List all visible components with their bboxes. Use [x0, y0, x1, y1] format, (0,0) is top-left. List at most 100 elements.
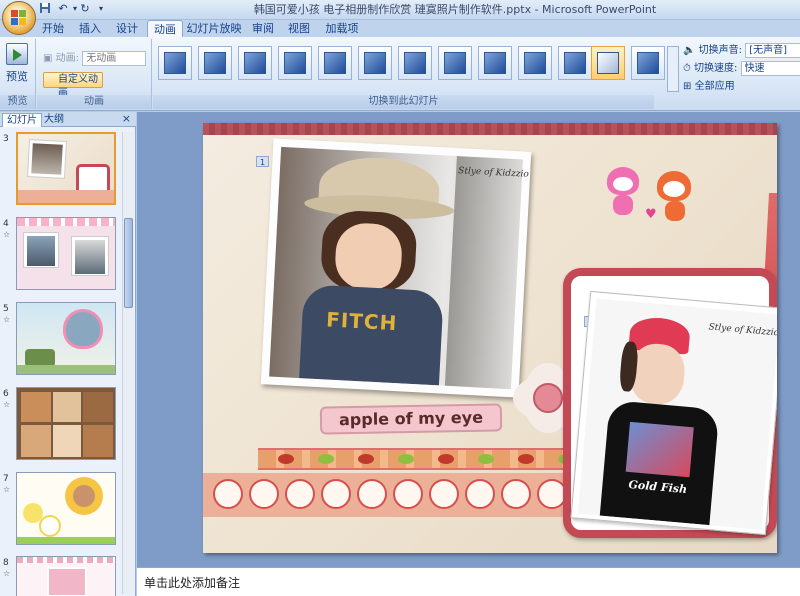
apple-icon [465, 479, 495, 509]
tab-view[interactable]: 视图 [284, 20, 314, 37]
animate-label: 动画: [55, 53, 80, 64]
apple-icon [429, 479, 459, 509]
custom-animation-button[interactable]: 自定义动画 [43, 72, 103, 99]
transition-star-icon: ☆ [3, 315, 11, 324]
office-logo-icon [11, 10, 27, 26]
animate-dropdown[interactable]: 无动画 [82, 51, 147, 66]
apple-icon [321, 479, 351, 509]
apply-all-button[interactable]: ⊞ 全部应用 [683, 79, 735, 95]
speed-label: 切换速度: [694, 63, 738, 74]
transition-thumb-4[interactable] [278, 46, 312, 80]
transition-icon [324, 52, 346, 74]
close-icon[interactable]: × [122, 112, 131, 125]
animate-icon: ▣ [43, 53, 56, 64]
slide-thumb-5[interactable] [16, 302, 116, 375]
preview-button[interactable]: 预览 [2, 41, 32, 91]
animation-group-label: 动画 [37, 95, 151, 109]
transition-icon [364, 52, 386, 74]
preview-group-label: 预览 [0, 95, 35, 109]
slide-number: 7 [3, 474, 9, 484]
transition-star-icon: ☆ [3, 230, 11, 239]
tab-animations[interactable]: 动画 [147, 20, 183, 37]
slide-editor: ♥ 1 FITCH Stlye of Kidzzio apple of my e… [137, 112, 800, 567]
slides-panel-tabs: 幻灯片 大纲 × [0, 112, 136, 127]
transition-thumb-2[interactable] [198, 46, 232, 80]
slide-thumb-3[interactable] [16, 132, 116, 205]
save-icon[interactable] [38, 2, 52, 16]
transition-star-icon: ☆ [3, 400, 11, 409]
transition-group-label: 切换到此幻灯片 [153, 95, 654, 109]
transition-thumb-13[interactable] [631, 46, 665, 80]
apple-icon [285, 479, 315, 509]
apple-icon [357, 479, 387, 509]
transition-icon [484, 52, 506, 74]
transition-thumb-10[interactable] [518, 46, 552, 80]
preview-button-label: 预览 [6, 70, 28, 83]
window-title: 韩国可爱小孩 电子相册制作欣赏 璉寞照片制作软件.pptx - Microsof… [253, 3, 657, 16]
preview-icon [6, 43, 28, 65]
tab-insert[interactable]: 插入 [75, 20, 105, 37]
notes-pane[interactable]: 单击此处添加备注 [137, 567, 800, 596]
transition-gallery-scroll[interactable] [667, 46, 679, 92]
ribbon: 预览 预览 ▣ 动画: 无动画 自定义动画 动画 🔈 切换声音: [无声音] ⏱… [0, 37, 800, 111]
apple-icon [213, 479, 243, 509]
transition-thumb-1[interactable] [158, 46, 192, 80]
photo-frame-1[interactable]: FITCH Stlye of Kidzzio [260, 138, 532, 398]
tab-design[interactable]: 设计 [112, 20, 142, 37]
apple-icon [501, 479, 531, 509]
tab-slides[interactable]: 幻灯片 [2, 113, 42, 127]
transition-icon [444, 52, 466, 74]
slide-canvas[interactable]: ♥ 1 FITCH Stlye of Kidzzio apple of my e… [203, 123, 777, 553]
speed-dropdown[interactable]: 快速 [740, 61, 800, 76]
slide-number: 8 [3, 558, 9, 568]
fox-sticker-pink [603, 167, 643, 217]
ribbon-tab-bar: 开始 插入 设计 动画 幻灯片放映 审阅 视图 加载项 [0, 20, 800, 37]
transition-group: 🔈 切换声音: [无声音] ⏱ 切换速度: 快速 ⊞ 全部应用 切换到此幻灯片 [153, 39, 800, 109]
slide-thumb-6[interactable] [16, 387, 116, 460]
slide-top-stripe [203, 123, 777, 135]
tab-addins[interactable]: 加载项 [322, 20, 362, 37]
photo-frame-2[interactable]: Gold Fish Stlye of Kidzzio [570, 290, 777, 536]
transition-star-icon: ☆ [3, 569, 11, 578]
transition-icon [164, 52, 186, 74]
slides-panel: 幻灯片 大纲 × 3 4 ☆ 5 ☆ 6 ☆ 7 ☆ 8 ☆ [0, 112, 136, 596]
slide-number: 4 [3, 219, 9, 229]
slides-panel-scrollbar[interactable] [122, 132, 134, 594]
redo-icon[interactable]: ↻ [78, 2, 92, 16]
transition-thumb-selected[interactable] [591, 46, 625, 80]
fox-sticker-red [653, 171, 697, 223]
animate-dropdown-value: 无动画 [86, 53, 117, 64]
animation-group: ▣ 动画: 无动画 自定义动画 动画 [37, 39, 152, 109]
tab-review[interactable]: 审阅 [248, 20, 278, 37]
speed-row: ⏱ 切换速度: 快速 [683, 61, 800, 77]
slide-number: 3 [3, 134, 9, 144]
apple-of-my-eye-label: apple of my eye [319, 403, 503, 435]
tab-slideshow[interactable]: 幻灯片放映 [186, 20, 242, 37]
transition-thumb-6[interactable] [358, 46, 392, 80]
transition-thumb-7[interactable] [398, 46, 432, 80]
transition-thumb-11[interactable] [558, 46, 592, 80]
tab-home[interactable]: 开始 [38, 20, 68, 37]
transition-thumb-8[interactable] [438, 46, 472, 80]
transition-icon [204, 52, 226, 74]
sound-icon: 🔈 [683, 45, 696, 56]
customize-qat-icon[interactable]: ▾ [94, 2, 108, 16]
scrollbar-thumb[interactable] [124, 218, 133, 308]
transition-thumb-9[interactable] [478, 46, 512, 80]
transition-icon [597, 52, 619, 74]
transition-icon [404, 52, 426, 74]
transition-thumb-3[interactable] [238, 46, 272, 80]
apply-all-icon: ⊞ [683, 81, 692, 92]
tab-outline[interactable]: 大纲 [40, 113, 68, 127]
slide-thumb-7[interactable] [16, 472, 116, 545]
transition-thumb-5[interactable] [318, 46, 352, 80]
preview-group: 预览 预览 [0, 39, 36, 109]
office-button[interactable] [2, 1, 36, 35]
title-bar: 韩国可爱小孩 电子相册制作欣赏 璉寞照片制作软件.pptx - Microsof… [0, 0, 800, 20]
slide-thumb-8[interactable] [16, 556, 116, 596]
apply-all-label: 全部应用 [694, 81, 735, 92]
apple-icon [393, 479, 423, 509]
slide-thumb-4[interactable] [16, 217, 116, 290]
sound-dropdown[interactable]: [无声音] [745, 43, 800, 58]
placeholder-badge-1: 1 [256, 156, 269, 167]
